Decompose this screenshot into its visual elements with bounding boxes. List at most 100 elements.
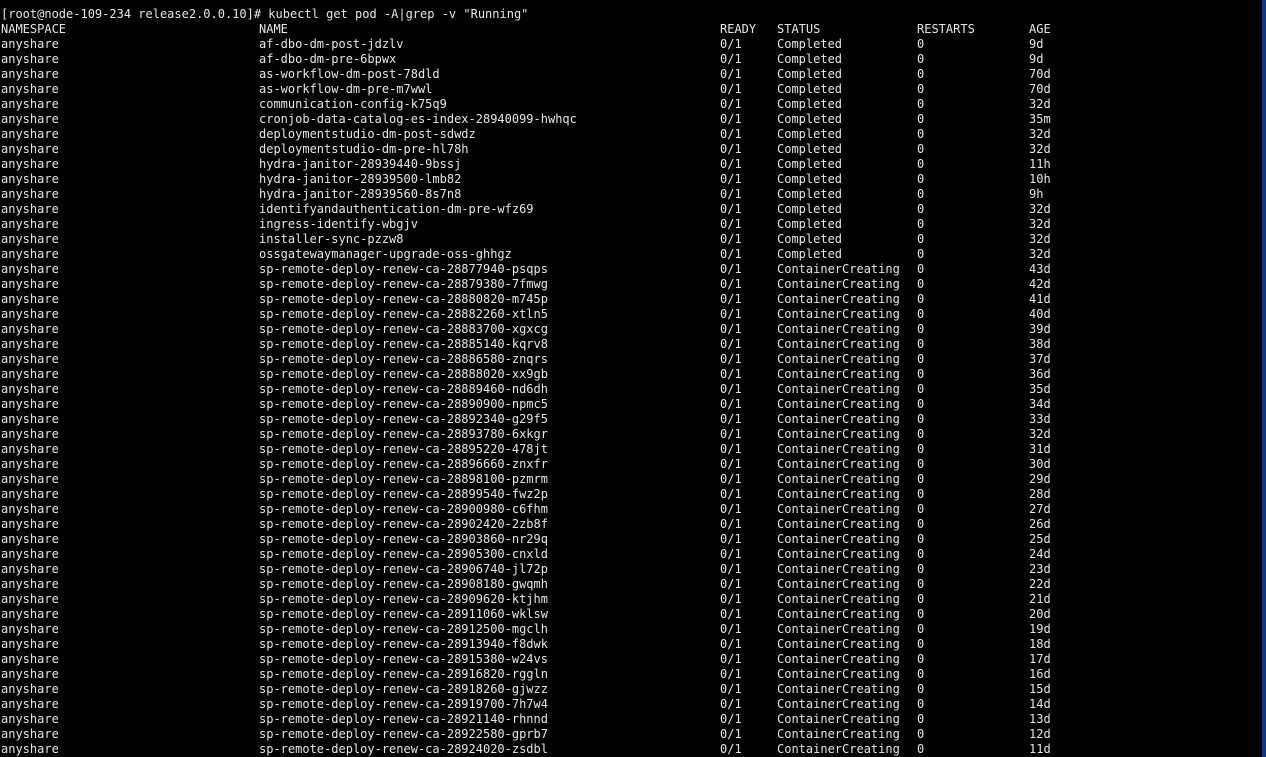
pod-namespace: anyshare [1, 442, 59, 456]
pod-name: sp-remote-deploy-renew-ca-28896660-znxfr [259, 457, 548, 471]
pod-restarts: 0 [917, 442, 925, 456]
pod-status: Completed [777, 52, 843, 66]
pod-namespace: anyshare [1, 52, 59, 66]
header-ready: READY [720, 22, 757, 36]
pod-restarts: 0 [917, 277, 925, 291]
pod-restarts: 0 [917, 532, 925, 546]
pod-ready: 0/1 [720, 352, 742, 366]
pod-age: 32d [1029, 202, 1051, 216]
pod-age: 34d [1029, 397, 1051, 411]
pod-name: identifyandauthentication-dm-pre-wfz69 [259, 202, 534, 216]
pod-namespace: anyshare [1, 172, 59, 186]
pod-restarts: 0 [917, 127, 925, 141]
table-row: anyshare sp-remote-deploy-renew-ca-289211… [1, 712, 1261, 727]
pod-restarts: 0 [917, 427, 925, 441]
pod-ready: 0/1 [720, 97, 742, 111]
pod-restarts: 0 [917, 517, 925, 531]
pod-namespace: anyshare [1, 652, 59, 666]
pod-namespace: anyshare [1, 97, 59, 111]
pod-name: sp-remote-deploy-renew-ca-28900980-c6fhm [259, 502, 548, 516]
pod-name: deploymentstudio-dm-post-sdwdz [259, 127, 476, 141]
table-row: anyshare hydra-janitor-28939560-8s7n8 0/1 C… [1, 187, 1261, 202]
table-row: anyshare sp-remote-deploy-renew-ca-289240… [1, 742, 1261, 757]
pod-age: 41d [1029, 292, 1051, 306]
pod-namespace: anyshare [1, 67, 59, 81]
pod-ready: 0/1 [720, 427, 742, 441]
table-row: anyshare sp-remote-deploy-renew-ca-288779… [1, 262, 1261, 277]
pod-status: Completed [777, 172, 843, 186]
pod-namespace: anyshare [1, 412, 59, 426]
pod-age: 22d [1029, 577, 1051, 591]
pod-age: 9d [1029, 52, 1044, 66]
pod-status: Completed [777, 142, 843, 156]
pod-name: sp-remote-deploy-renew-ca-28898100-pzmrm [259, 472, 548, 486]
pod-ready: 0/1 [720, 382, 742, 396]
pod-status: ContainerCreating [777, 592, 900, 606]
pod-restarts: 0 [917, 112, 925, 126]
pod-age: 38d [1029, 337, 1051, 351]
table-row: anyshare sp-remote-deploy-renew-ca-289024… [1, 517, 1261, 532]
pod-namespace: anyshare [1, 637, 59, 651]
table-row: anyshare sp-remote-deploy-renew-ca-288837… [1, 322, 1261, 337]
pod-restarts: 0 [917, 382, 925, 396]
pod-namespace: anyshare [1, 82, 59, 96]
pod-ready: 0/1 [720, 742, 742, 756]
pod-status: ContainerCreating [777, 307, 900, 321]
pod-restarts: 0 [917, 562, 925, 576]
header-status: STATUS [777, 22, 821, 36]
pod-ready: 0/1 [720, 82, 742, 96]
pod-age: 25d [1029, 532, 1051, 546]
terminal-window[interactable]: [root@node-109-234 release2.0.0.10]# kub… [0, 0, 1266, 757]
pod-age: 70d [1029, 67, 1051, 81]
table-row: anyshare sp-remote-deploy-renew-ca-288793… [1, 277, 1261, 292]
table-row: anyshare sp-remote-deploy-renew-ca-289139… [1, 637, 1261, 652]
pod-namespace: anyshare [1, 397, 59, 411]
pod-namespace: anyshare [1, 382, 59, 396]
pod-restarts: 0 [917, 202, 925, 216]
pod-status: ContainerCreating [777, 667, 900, 681]
pod-namespace: anyshare [1, 562, 59, 576]
pod-restarts: 0 [917, 622, 925, 636]
pod-restarts: 0 [917, 52, 925, 66]
pod-ready: 0/1 [720, 592, 742, 606]
pod-ready: 0/1 [720, 547, 742, 561]
pod-status: ContainerCreating [777, 427, 900, 441]
pod-restarts: 0 [917, 457, 925, 471]
pod-namespace: anyshare [1, 682, 59, 696]
pod-ready: 0/1 [720, 112, 742, 126]
pod-namespace: anyshare [1, 547, 59, 561]
table-row: anyshare sp-remote-deploy-renew-ca-288851… [1, 337, 1261, 352]
pod-age: 33d [1029, 412, 1051, 426]
pod-age: 29d [1029, 472, 1051, 486]
pod-namespace: anyshare [1, 247, 59, 261]
pod-ready: 0/1 [720, 727, 742, 741]
pod-age: 24d [1029, 547, 1051, 561]
pod-status: ContainerCreating [777, 697, 900, 711]
pod-namespace: anyshare [1, 322, 59, 336]
pod-name: ingress-identify-wbgjv [259, 217, 418, 231]
pod-name: installer-sync-pzzw8 [259, 232, 404, 246]
pod-age: 10h [1029, 172, 1051, 186]
pod-restarts: 0 [917, 412, 925, 426]
pod-name: sp-remote-deploy-renew-ca-28905300-cnxld [259, 547, 548, 561]
table-row: anyshare af-dbo-dm-pre-6bpwx 0/1 Completed 0… [1, 52, 1261, 67]
pod-name: hydra-janitor-28939500-lmb82 [259, 172, 462, 186]
pod-namespace: anyshare [1, 232, 59, 246]
pod-ready: 0/1 [720, 247, 742, 261]
pod-age: 21d [1029, 592, 1051, 606]
pod-age: 15d [1029, 682, 1051, 696]
pod-age: 11d [1029, 742, 1051, 756]
table-row: anyshare as-workflow-dm-pre-m7wwl 0/1 Compl… [1, 82, 1261, 97]
table-row: anyshare cronjob-data-catalog-es-index-28… [1, 112, 1261, 127]
pod-name: sp-remote-deploy-renew-ca-28879380-7fmwg [259, 277, 548, 291]
command-prompt-line: [root@node-109-234 release2.0.0.10]# kub… [1, 7, 529, 21]
table-row: anyshare sp-remote-deploy-renew-ca-288981… [1, 472, 1261, 487]
pod-restarts: 0 [917, 142, 925, 156]
header-namespace: NAMESPACE [1, 22, 67, 36]
pod-restarts: 0 [917, 487, 925, 501]
pod-restarts: 0 [917, 502, 925, 516]
pod-ready: 0/1 [720, 622, 742, 636]
table-row: anyshare sp-remote-deploy-renew-ca-289197… [1, 697, 1261, 712]
pod-namespace: anyshare [1, 427, 59, 441]
pod-restarts: 0 [917, 397, 925, 411]
